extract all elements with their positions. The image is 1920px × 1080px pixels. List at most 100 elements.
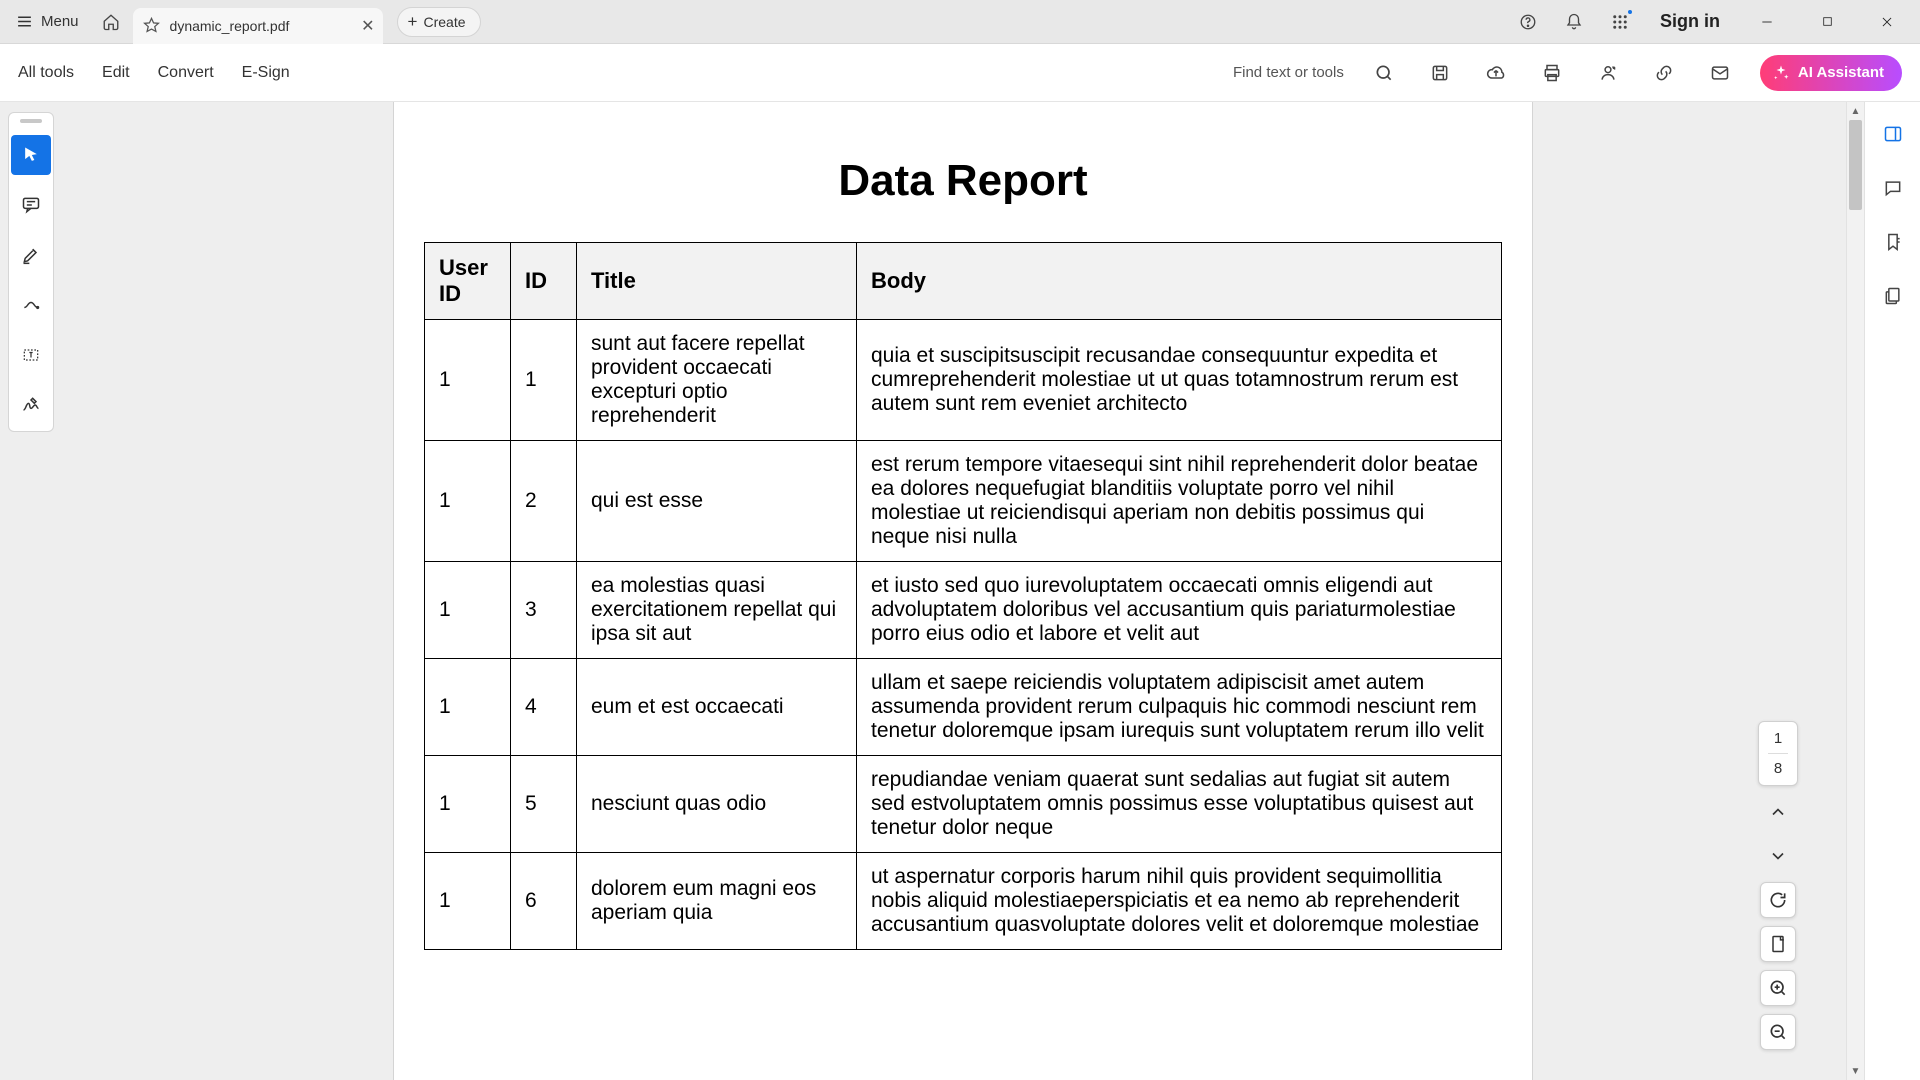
vertical-scrollbar[interactable]: ▲ ▼ — [1846, 102, 1864, 1080]
create-button[interactable]: + Create — [397, 7, 481, 37]
email-button[interactable] — [1704, 57, 1736, 89]
text-box-icon — [21, 345, 41, 365]
save-button[interactable] — [1424, 57, 1456, 89]
zoom-in-button[interactable] — [1760, 970, 1796, 1006]
help-icon — [1519, 13, 1537, 31]
sign-in-button[interactable]: Sign in — [1650, 11, 1730, 32]
bookmark-icon — [1883, 232, 1903, 252]
cell-user-id: 1 — [425, 562, 511, 659]
menu-label: Menu — [41, 13, 79, 30]
col-header-title: Title — [577, 243, 857, 320]
current-page: 1 — [1774, 730, 1782, 747]
page-display-button[interactable] — [1760, 926, 1796, 962]
cell-title: qui est esse — [577, 441, 857, 562]
title-bar: Menu dynamic_report.pdf ✕ + Create Sign … — [0, 0, 1920, 44]
print-icon — [1542, 63, 1562, 83]
panel-icon — [1883, 124, 1903, 144]
cell-user-id: 1 — [425, 320, 511, 441]
floating-controls: 1 8 — [1758, 721, 1798, 1050]
cell-id: 4 — [511, 659, 577, 756]
toolbar-right-group: Find text or tools AI Assistant — [1233, 55, 1902, 91]
cell-id: 2 — [511, 441, 577, 562]
table-row: 12qui est esseest rerum tempore vitaeseq… — [425, 441, 1502, 562]
ai-assistant-label: AI Assistant — [1798, 64, 1884, 81]
link-button[interactable] — [1648, 57, 1680, 89]
drag-grip[interactable] — [20, 119, 42, 123]
apps-button[interactable] — [1604, 6, 1636, 38]
document-tab[interactable]: dynamic_report.pdf ✕ — [133, 8, 383, 44]
document-viewport[interactable]: Data Report User ID ID Title Body 11sunt… — [62, 102, 1864, 1080]
page-up-button[interactable] — [1760, 794, 1796, 830]
bookmarks-panel-button[interactable] — [1877, 226, 1909, 258]
zoom-out-icon — [1768, 1022, 1788, 1042]
scroll-track[interactable] — [1849, 120, 1862, 1062]
pages-icon — [1883, 286, 1903, 306]
home-icon — [102, 13, 120, 31]
esign-button[interactable]: E-Sign — [242, 64, 290, 82]
print-button[interactable] — [1536, 57, 1568, 89]
table-row: 13ea molestias quasi exercitationem repe… — [425, 562, 1502, 659]
table-row: 16dolorem eum magni eos aperiam quiaut a… — [425, 853, 1502, 950]
bell-icon — [1565, 13, 1583, 31]
scroll-thumb[interactable] — [1849, 120, 1862, 210]
table-row: 14eum et est occaecatiullam et saepe rei… — [425, 659, 1502, 756]
cursor-icon — [21, 145, 41, 165]
thumbnails-panel-button[interactable] — [1877, 280, 1909, 312]
close-tab-button[interactable]: ✕ — [361, 16, 374, 36]
col-header-body: Body — [857, 243, 1502, 320]
cell-user-id: 1 — [425, 659, 511, 756]
total-pages: 8 — [1774, 760, 1782, 777]
star-icon — [143, 17, 160, 34]
left-toolbox — [0, 102, 62, 1080]
page-down-button[interactable] — [1760, 838, 1796, 874]
comments-panel-button[interactable] — [1877, 172, 1909, 204]
ai-assistant-button[interactable]: AI Assistant — [1760, 55, 1902, 91]
draw-tool[interactable] — [11, 285, 51, 325]
notifications-button[interactable] — [1558, 6, 1590, 38]
tab-title: dynamic_report.pdf — [170, 18, 290, 34]
hamburger-icon — [16, 13, 33, 30]
cell-id: 3 — [511, 562, 577, 659]
select-tool[interactable] — [11, 135, 51, 175]
cloud-button[interactable] — [1480, 57, 1512, 89]
highlighter-icon — [21, 245, 41, 265]
close-icon — [1880, 15, 1894, 29]
minimize-button[interactable] — [1744, 6, 1790, 38]
cell-id: 5 — [511, 756, 577, 853]
all-tools-button[interactable]: All tools — [18, 64, 74, 82]
menu-button[interactable]: Menu — [6, 7, 89, 36]
fill-sign-tool[interactable] — [11, 385, 51, 425]
signature-icon — [21, 395, 41, 415]
table-header-row: User ID ID Title Body — [425, 243, 1502, 320]
panel-toggle-button[interactable] — [1877, 118, 1909, 150]
page-separator — [1768, 753, 1788, 754]
help-button[interactable] — [1512, 6, 1544, 38]
chevron-up-icon — [1768, 802, 1788, 822]
page-indicator[interactable]: 1 8 — [1758, 721, 1798, 786]
main-toolbar: All tools Edit Convert E-Sign Find text … — [0, 44, 1920, 102]
text-box-tool[interactable] — [11, 335, 51, 375]
cell-body: ullam et saepe reiciendis voluptatem adi… — [857, 659, 1502, 756]
maximize-button[interactable] — [1804, 6, 1850, 38]
col-header-id: ID — [511, 243, 577, 320]
main-area: Data Report User ID ID Title Body 11sunt… — [0, 102, 1920, 1080]
home-button[interactable] — [95, 6, 127, 38]
highlight-tool[interactable] — [11, 235, 51, 275]
cell-user-id: 1 — [425, 853, 511, 950]
comment-tool[interactable] — [11, 185, 51, 225]
find-label[interactable]: Find text or tools — [1233, 64, 1344, 81]
cell-id: 1 — [511, 320, 577, 441]
share-button[interactable] — [1592, 57, 1624, 89]
zoom-out-button[interactable] — [1760, 1014, 1796, 1050]
zoom-in-icon — [1768, 978, 1788, 998]
scroll-down-arrow[interactable]: ▼ — [1847, 1062, 1864, 1080]
title-right-group: Sign in — [1512, 6, 1914, 38]
close-window-button[interactable] — [1864, 6, 1910, 38]
scroll-up-arrow[interactable]: ▲ — [1847, 102, 1864, 120]
rotate-button[interactable] — [1760, 882, 1796, 918]
edit-button[interactable]: Edit — [102, 64, 130, 82]
search-button[interactable] — [1368, 57, 1400, 89]
cell-title: ea molestias quasi exercitationem repell… — [577, 562, 857, 659]
report-title: Data Report — [424, 156, 1502, 206]
convert-button[interactable]: Convert — [158, 64, 214, 82]
